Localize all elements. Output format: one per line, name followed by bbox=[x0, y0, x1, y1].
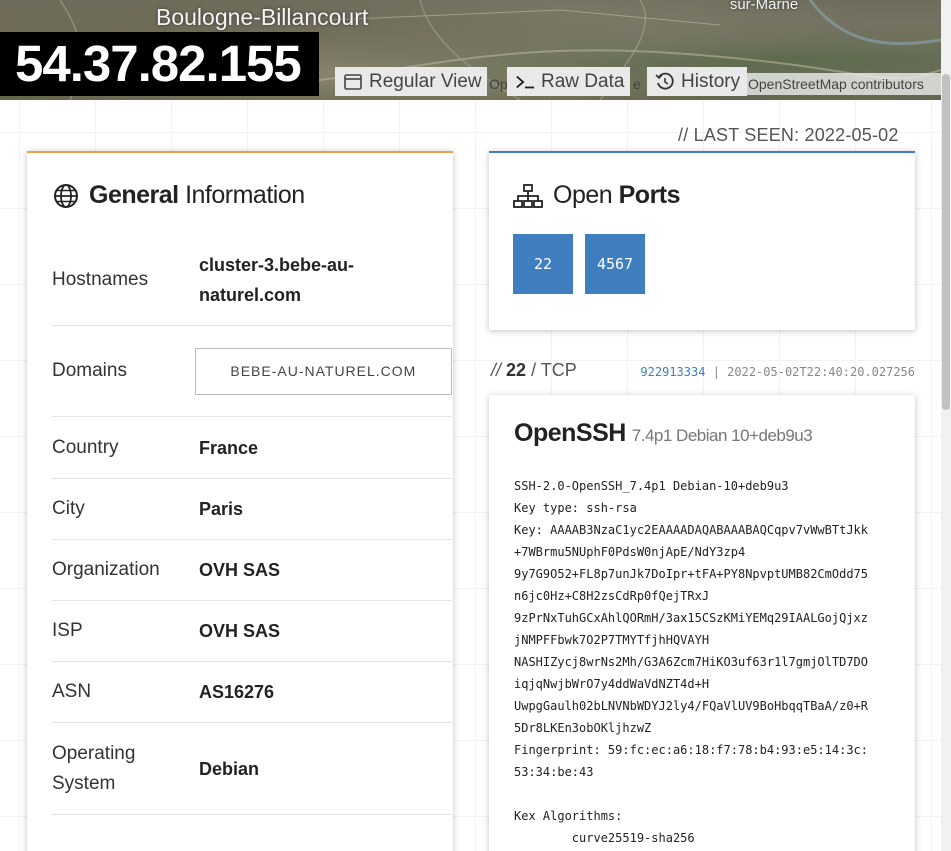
info-row-country: Country France bbox=[52, 417, 452, 479]
map-place-label-right-text: sur-Marne bbox=[729, 0, 799, 13]
globe-icon bbox=[53, 183, 79, 209]
asn-label: ASN bbox=[52, 681, 92, 702]
service-port-label: // 22 / TCP bbox=[491, 360, 577, 381]
organization-value[interactable]: OVH SAS bbox=[199, 555, 280, 585]
tab-regular-view[interactable]: Regular View bbox=[335, 67, 487, 96]
asn-value[interactable]: AS16276 bbox=[199, 677, 274, 707]
ports-heading-bold: Ports bbox=[618, 181, 681, 209]
terminal-icon bbox=[515, 72, 535, 92]
domains-label: Domains bbox=[52, 360, 127, 381]
operating-system-label: Operating System bbox=[52, 739, 199, 799]
service-meta-info: 922913334 | 2022-05-02T22:40:20.027256 bbox=[640, 365, 915, 379]
browser-window-icon bbox=[343, 72, 363, 92]
tab-raw-data-label: Raw Data bbox=[541, 70, 625, 92]
service-title: OpenSSH 7.4p1 Debian 10+deb9u3 bbox=[514, 419, 813, 448]
port-button-4567[interactable]: 4567 bbox=[585, 234, 645, 294]
service-meta-separator: | bbox=[712, 365, 720, 379]
page-scrollbar-thumb[interactable] bbox=[942, 74, 950, 410]
service-banner: SSH-2.0-OpenSSH_7.4p1 Debian-10+deb9u3 Ke… bbox=[514, 475, 904, 849]
isp-value[interactable]: OVH SAS bbox=[199, 616, 280, 646]
operating-system-value: Debian bbox=[199, 758, 260, 779]
map-attribution-fragment: Op bbox=[489, 76, 508, 92]
info-row-operating-system: Operating System Debian bbox=[52, 723, 452, 815]
banner-line: curve25519-sha256 bbox=[514, 831, 695, 845]
service-protocol: / TCP bbox=[531, 360, 577, 380]
info-row-city: City Paris bbox=[52, 479, 452, 540]
isp-label: ISP bbox=[52, 620, 83, 641]
city-value[interactable]: Paris bbox=[199, 494, 243, 524]
ports-list: 22 4567 bbox=[513, 234, 645, 294]
info-row-asn: ASN AS16276 bbox=[52, 662, 452, 723]
banner-line: jNMPFFbwk7O2P7TMYTfjhHQVAYH bbox=[514, 633, 710, 647]
service-card-ssh: OpenSSH 7.4p1 Debian 10+deb9u3 SSH-2.0-O… bbox=[489, 395, 915, 851]
country-label: Country bbox=[52, 436, 119, 458]
service-port-number: 22 bbox=[506, 360, 527, 380]
service-product-name: OpenSSH bbox=[514, 419, 626, 447]
general-heading-bold: General bbox=[89, 181, 179, 209]
banner-line: 9y7G9O52+FL8p7unJk7DoIpr+tFA+PY8NpvptUMB… bbox=[514, 567, 869, 581]
banner-line: 53:34:be:43 bbox=[514, 765, 594, 779]
ip-address-title: 54.37.82.155 bbox=[0, 32, 319, 96]
map-attribution-text: OpenStreetMap contributors bbox=[748, 76, 924, 92]
operating-system-label-line1: Operating bbox=[52, 742, 136, 764]
banner-line: Key: AAAAB3NzaC1yc2EAAAADAQABAAABAQCqpv7… bbox=[514, 523, 869, 537]
info-row-domains: Domains BEBE-AU-NATUREL.COM bbox=[52, 326, 452, 417]
open-ports-card: Open Ports 22 4567 bbox=[489, 151, 915, 330]
banner-line: Key type: ssh-rsa bbox=[514, 501, 637, 515]
general-info-table: Hostnames cluster-3.bebe-au- naturel.com… bbox=[52, 234, 452, 815]
tab-regular-view-label: Regular View bbox=[369, 70, 482, 92]
tab-history-label: History bbox=[681, 70, 741, 92]
banner-line: Fingerprint: 59:fc:ec:a6:18:f7:78:b4:93:… bbox=[514, 743, 869, 757]
ports-heading-light: Open bbox=[553, 181, 613, 209]
last-seen-label: // LAST SEEN: 2022-05-02 bbox=[678, 125, 899, 145]
general-information-card: General Information Hostnames cluster-3.… bbox=[27, 151, 453, 851]
general-information-heading: General Information bbox=[53, 181, 305, 210]
tab-history[interactable]: History bbox=[647, 67, 747, 96]
country-value[interactable]: France bbox=[199, 433, 258, 463]
banner-line: 9zPrNxTuhGCxAhlQORmH/3ax15CSzKMiYEMq29IA… bbox=[514, 611, 869, 625]
banner-line: Kex Algorithms: bbox=[514, 809, 623, 823]
domain-link-button[interactable]: BEBE-AU-NATUREL.COM bbox=[194, 347, 452, 395]
map-attribution[interactable]: OpenStreetMap contributors bbox=[742, 73, 941, 95]
banner-line bbox=[514, 783, 904, 805]
history-icon bbox=[655, 72, 675, 92]
banner-line: +7WBrmu5NUphF0PdsW0njApE/NdY3zp4 bbox=[514, 545, 746, 559]
service-product-version: 7.4p1 Debian 10+deb9u3 bbox=[631, 426, 813, 445]
info-row-hostnames: Hostnames cluster-3.bebe-au- naturel.com bbox=[52, 234, 452, 326]
hostnames-value-line2: naturel.com bbox=[199, 284, 302, 305]
service-meta-row: // 22 / TCP 922913334 | 2022-05-02T22:40… bbox=[491, 360, 915, 381]
map-place-label-right: sur-Marne bbox=[724, 0, 804, 14]
map-place-label: Boulogne-Billancourt bbox=[156, 4, 369, 30]
hostnames-value-line1: cluster-3.bebe-au- bbox=[199, 254, 355, 275]
banner-line: NASHIZycj8wrNs2Mh/G3A6Zcm7HiKO3uf63r1l7g… bbox=[514, 655, 869, 669]
map-attribution-fragment: e bbox=[633, 76, 641, 92]
operating-system-label-line2: System bbox=[52, 772, 116, 794]
hostnames-value[interactable]: cluster-3.bebe-au- naturel.com bbox=[199, 250, 354, 310]
banner-line: 5Dr8LKEn3obOKljhzwZ bbox=[514, 721, 652, 735]
city-label: City bbox=[52, 498, 85, 519]
banner-line: n6jc0Hz+C8H2zsCdRp0fQejTRxJ bbox=[514, 589, 710, 603]
info-row-isp: ISP OVH SAS bbox=[52, 601, 452, 662]
service-timestamp: 2022-05-02T22:40:20.027256 bbox=[727, 365, 915, 379]
open-ports-heading: Open Ports bbox=[513, 181, 681, 210]
network-tree-icon bbox=[513, 183, 543, 208]
tab-raw-data[interactable]: Raw Data bbox=[507, 67, 630, 96]
banner-line: SSH-2.0-OpenSSH_7.4p1 Debian-10+deb9u3 bbox=[514, 479, 789, 493]
service-hash-link[interactable]: 922913334 bbox=[640, 365, 705, 379]
banner-line: iqjqNwjbWrO7y4ddWaVdNZT4d+H bbox=[514, 677, 710, 691]
general-heading-light: Information bbox=[185, 181, 305, 209]
service-meta-prefix: // bbox=[491, 360, 502, 380]
banner-line: UwpgGaulh02bLNVNbWDYJ2ly4/FQaVlUV9BoHbqq… bbox=[514, 699, 869, 713]
organization-label: Organization bbox=[52, 559, 160, 580]
info-row-organization: Organization OVH SAS bbox=[52, 540, 452, 601]
hostnames-label: Hostnames bbox=[52, 268, 149, 290]
port-button-22[interactable]: 22 bbox=[513, 234, 573, 294]
